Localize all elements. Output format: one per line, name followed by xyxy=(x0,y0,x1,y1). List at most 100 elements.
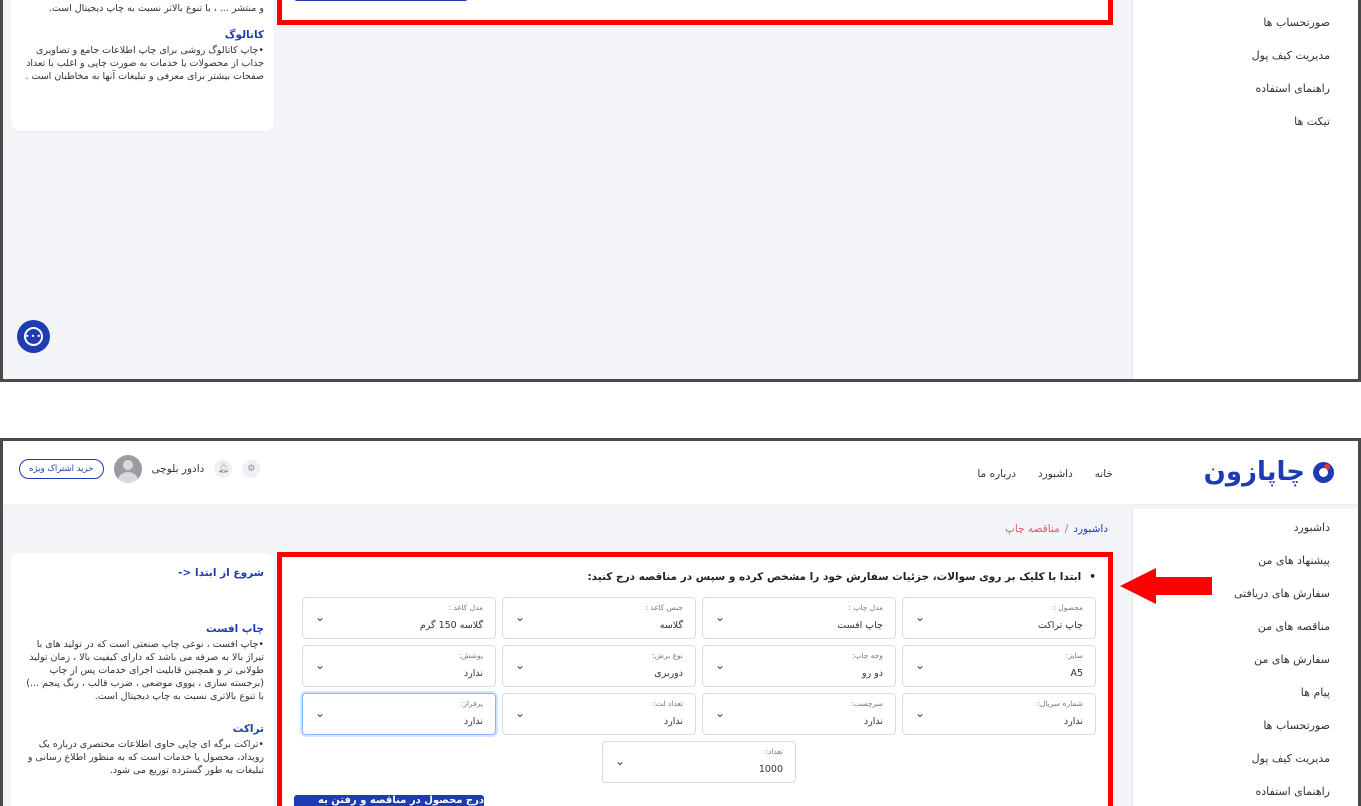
field-value: ندارد xyxy=(1063,716,1083,727)
sidebar: داشبورد پیشنهاد های من سفارش های دریافتی… xyxy=(1132,509,1358,806)
subscribe-button[interactable]: خرید اشتراک ویژه xyxy=(19,459,104,479)
sidebar-item-my-orders[interactable]: سفارش های من xyxy=(1133,643,1358,676)
field-size[interactable]: سایز: A5 ⌄ xyxy=(902,645,1096,687)
sidebar-item-guide[interactable]: راهنمای استفاده xyxy=(1133,775,1358,806)
chevron-down-icon: ⌄ xyxy=(715,706,726,720)
field-label: نوع برش: xyxy=(652,651,683,660)
bell-icon[interactable]: 🔔︎ xyxy=(214,460,233,478)
offset-title: چاپ افست xyxy=(206,623,264,635)
chevron-down-icon: ⌄ xyxy=(315,610,326,624)
breadcrumb-current: مناقصه چاپ xyxy=(1005,523,1060,535)
breadcrumb-separator: / xyxy=(1064,523,1069,535)
screenshot-top: و منتشر ... ، با تنوع بالاتر نسبت به چاپ… xyxy=(0,0,1361,382)
field-print-side[interactable]: وجه چاپ: دو رو ⌄ xyxy=(702,645,896,687)
sidebar-item-tickets[interactable]: تیکت ها xyxy=(1133,105,1358,138)
field-cut-type[interactable]: نوع برش: دوربری ⌄ xyxy=(502,645,696,687)
field-value: دو رو xyxy=(861,668,883,679)
logo[interactable]: چاپازون xyxy=(1204,457,1334,487)
username[interactable]: دادور بلوچی xyxy=(152,463,205,475)
sidebar-item-messages[interactable]: پیام ها xyxy=(1133,676,1358,709)
highlight-box-top xyxy=(277,0,1113,25)
field-value: ندارد xyxy=(463,716,483,727)
field-value: چاپ تراکت xyxy=(1037,620,1083,631)
field-print-model[interactable]: مدل چاپ : چاپ افست ⌄ xyxy=(702,597,896,639)
field-label: تعداد: xyxy=(765,747,783,756)
top-nav: خانه داشبورد درباره ما xyxy=(977,468,1113,480)
avatar[interactable] xyxy=(113,455,142,483)
chevron-down-icon: ⌄ xyxy=(615,754,626,768)
field-value: 1000 xyxy=(758,764,783,775)
field-paper-model[interactable]: مدل کاغذ : گلاسه 150 گرم ⌄ xyxy=(302,597,496,639)
field-label: پرفراژ: xyxy=(460,699,483,708)
chevron-down-icon: ⌄ xyxy=(515,610,526,624)
field-lot-count[interactable]: تعداد لت: ندارد ⌄ xyxy=(502,693,696,735)
field-quantity[interactable]: تعداد: 1000 ⌄ xyxy=(602,741,796,783)
field-header-label[interactable]: سرچسب: ندارد ⌄ xyxy=(702,693,896,735)
catalog-body: •چاپ کاتالوگ روشی برای چاپ اطلاعات جامع … xyxy=(25,45,264,82)
field-value: گلاسه xyxy=(659,620,683,631)
field-label: جنس کاغذ : xyxy=(645,603,683,612)
chevron-down-icon: ⌄ xyxy=(915,658,926,672)
field-value: چاپ افست xyxy=(837,620,883,631)
field-label: محصول : xyxy=(1053,603,1083,612)
form-instruction: ابتدا با کلیک بر روی سوالات، جزئیات سفار… xyxy=(587,571,1096,583)
field-value: A5 xyxy=(1070,668,1083,679)
arrow-left-icon xyxy=(1120,568,1212,604)
nav-dashboard[interactable]: داشبورد xyxy=(1038,468,1073,480)
field-label: تعداد لت: xyxy=(653,699,683,708)
field-perforation[interactable]: پرفراژ: ندارد ⌄ xyxy=(302,693,496,735)
sidebar-item-guide[interactable]: راهنمای استفاده xyxy=(1133,72,1358,105)
field-serial-number[interactable]: شماره سریال: ندارد ⌄ xyxy=(902,693,1096,735)
chevron-down-icon: ⌄ xyxy=(315,658,326,672)
chevron-down-icon: ⌄ xyxy=(715,658,726,672)
catalog-title: کاتالوگ xyxy=(224,29,264,41)
field-value: ندارد xyxy=(863,716,883,727)
field-product[interactable]: محصول : چاپ تراکت ⌄ xyxy=(902,597,1096,639)
submit-tender-button[interactable]: درج محصول در مناقصه و رفتن به مرحله بعد xyxy=(294,795,484,806)
field-value: ندارد xyxy=(663,716,683,727)
field-paper-material[interactable]: جنس کاغذ : گلاسه ⌄ xyxy=(502,597,696,639)
screenshot-bottom: چاپازون خانه داشبورد درباره ما خرید اشتر… xyxy=(0,438,1361,806)
sidebar-item-invoices[interactable]: صورتحساب ها xyxy=(1133,709,1358,742)
field-label: مدل کاغذ : xyxy=(448,603,483,612)
chevron-down-icon: ⌄ xyxy=(715,610,726,624)
start-over-link[interactable]: شروع از ابتدا <- xyxy=(21,567,264,579)
submit-button-partial[interactable] xyxy=(294,0,468,1)
tract-body: •تراکت برگه ای چاپی حاوی اطلاعات مختصری … xyxy=(27,739,264,776)
settings-icon[interactable]: ⚙︎ xyxy=(242,460,261,478)
info-fragment: و منتشر ... ، با تنوع بالاتر نسبت به چاپ… xyxy=(48,3,264,14)
logo-mark-icon xyxy=(1313,461,1334,483)
breadcrumb: داشبورد / مناقصه چاپ xyxy=(1005,523,1108,535)
sidebar-item-invoices[interactable]: صورتحساب ها xyxy=(1133,6,1358,39)
logo-text: چاپازون xyxy=(1203,457,1306,487)
info-card-top: و منتشر ... ، با تنوع بالاتر نسبت به چاپ… xyxy=(11,0,274,131)
breadcrumb-home[interactable]: داشبورد xyxy=(1073,523,1108,535)
info-card: شروع از ابتدا <- چاپ افست •چاپ افست ، نو… xyxy=(11,553,274,806)
chevron-down-icon: ⌄ xyxy=(915,706,926,720)
sidebar-item-dashboard[interactable]: داشبورد xyxy=(1133,511,1358,544)
nav-about[interactable]: درباره ما xyxy=(977,468,1016,480)
sidebar-item-wallet[interactable]: مدیریت کیف پول xyxy=(1133,39,1358,72)
field-label: سرچسب: xyxy=(851,699,883,708)
field-value: گلاسه 150 گرم xyxy=(419,620,483,631)
header: چاپازون خانه داشبورد درباره ما خرید اشتر… xyxy=(3,441,1358,505)
field-value: دوربری xyxy=(654,668,683,679)
offset-body: •چاپ افست ، نوعی چاپ صنعتی است که در تول… xyxy=(26,639,264,702)
user-area: خرید اشتراک ویژه دادور بلوچی 🔔︎ ⚙︎ xyxy=(19,455,261,483)
field-label: پوشش: xyxy=(458,651,483,660)
field-coating[interactable]: پوشش: ندارد ⌄ xyxy=(302,645,496,687)
field-label: شماره سریال: xyxy=(1037,699,1083,708)
chat-icon[interactable]: ••• xyxy=(17,320,50,353)
tract-title: تراکت xyxy=(232,723,264,735)
field-label: وجه چاپ: xyxy=(851,651,883,660)
chevron-down-icon: ⌄ xyxy=(515,658,526,672)
highlight-box: ابتدا با کلیک بر روی سوالات، جزئیات سفار… xyxy=(277,552,1113,806)
sidebar-item-wallet[interactable]: مدیریت کیف پول xyxy=(1133,742,1358,775)
sidebar-item-my-tenders[interactable]: مناقصه های من xyxy=(1133,610,1358,643)
sidebar-top: صورتحساب ها مدیریت کیف پول راهنمای استفا… xyxy=(1132,0,1358,379)
chevron-down-icon: ⌄ xyxy=(315,706,326,720)
field-label: مدل چاپ : xyxy=(848,603,883,612)
nav-home[interactable]: خانه xyxy=(1095,468,1113,480)
field-value: ندارد xyxy=(463,668,483,679)
chevron-down-icon: ⌄ xyxy=(515,706,526,720)
